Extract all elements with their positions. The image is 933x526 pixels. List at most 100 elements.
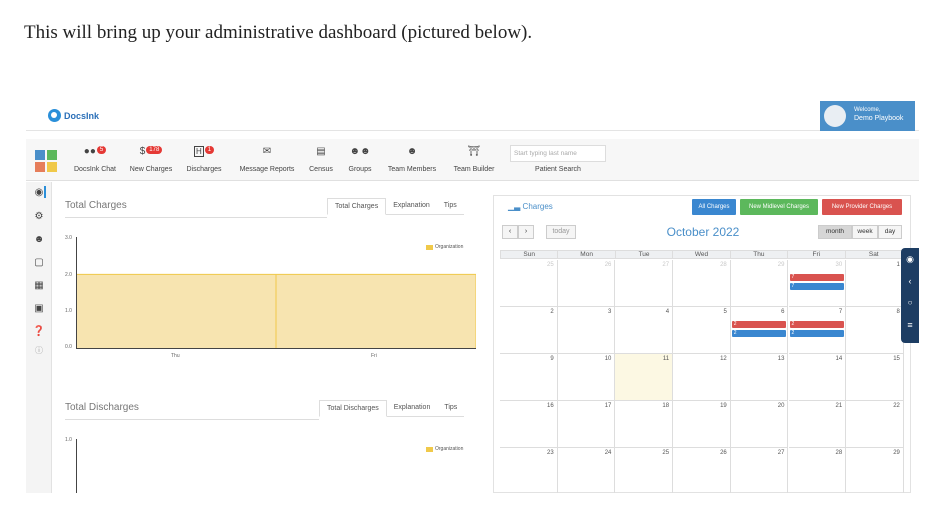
calendar-event[interactable]: 7: [789, 283, 844, 290]
day-of-week-label: Wed: [673, 251, 731, 258]
x-tick-label: Thu: [171, 353, 180, 359]
calendar-day-cell[interactable]: 17: [557, 401, 616, 448]
calendar-day-cell[interactable]: 7 2 2: [788, 307, 847, 354]
settings-icon[interactable]: ⚙: [32, 210, 46, 224]
calendar-day-cell[interactable]: 18: [615, 401, 674, 448]
calendar-day-cell[interactable]: 21: [788, 401, 847, 448]
menu-icon[interactable]: ≡: [901, 320, 919, 330]
calendar-event[interactable]: 2: [789, 321, 844, 328]
calendar-day-cell[interactable]: 23: [500, 448, 558, 493]
tab-explanation[interactable]: Explanation: [386, 198, 437, 215]
calendar-event[interactable]: 7: [789, 274, 844, 281]
tab-total-charges[interactable]: Total Charges: [327, 198, 387, 215]
user-menu[interactable]: Welcome, Demo Playbook: [820, 101, 915, 131]
tab-total-discharges[interactable]: Total Discharges: [319, 400, 387, 417]
calendar-day-cell[interactable]: 28: [789, 448, 847, 493]
dollar-icon: $: [139, 146, 146, 157]
toolbar-census[interactable]: ▤ Census: [306, 146, 336, 178]
calendar-day-cell[interactable]: 27: [615, 260, 674, 307]
calendar-day-cell[interactable]: 22: [846, 401, 904, 448]
calendar-day-cell[interactable]: 19: [673, 401, 731, 448]
all-charges-button[interactable]: All Charges: [692, 199, 736, 215]
calendar-day-cell[interactable]: 11: [615, 354, 674, 401]
calendar-day-cell[interactable]: 26: [673, 448, 731, 493]
calendar-day-number: 29: [777, 262, 785, 268]
docsink-widget-icon[interactable]: ◉: [901, 254, 919, 265]
toolbar-discharges[interactable]: H1 Discharges: [182, 146, 226, 178]
view-month-button[interactable]: month: [818, 225, 852, 239]
bar-chart-icon: ▁▃: [508, 202, 521, 211]
tab-tips[interactable]: Tips: [436, 198, 464, 215]
calendar-day-cell[interactable]: 8: [846, 307, 904, 354]
calendar-event[interactable]: 2: [731, 321, 786, 328]
toolbar-docsink-chat[interactable]: ●● 5 DocsInk Chat: [70, 146, 120, 178]
support-widget[interactable]: ◉ ‹ ○ ≡: [901, 248, 919, 343]
calendar-day-cell[interactable]: 12: [673, 354, 731, 401]
total-discharges-chart: [76, 439, 476, 493]
chat-bubble-icon[interactable]: ○: [901, 298, 919, 307]
calendar-day-cell[interactable]: 13: [730, 354, 789, 401]
calendar-day-cell[interactable]: 28: [673, 260, 731, 307]
collapse-icon[interactable]: ⓘ: [32, 344, 46, 358]
calendar-day-cell[interactable]: 29: [730, 260, 789, 307]
view-week-button[interactable]: week: [852, 225, 878, 239]
calendar-event[interactable]: 2: [731, 330, 786, 337]
calendar-day-cell[interactable]: 16: [500, 401, 558, 448]
calendar-day-cell[interactable]: 6 2 2: [730, 307, 789, 354]
calendar-day-number: 9: [550, 356, 554, 362]
calendar-day-cell[interactable]: 27: [731, 448, 789, 493]
days-of-week-header: Sun Mon Tue Wed Thu Fri Sat: [500, 250, 904, 259]
docsink-logo[interactable]: DocsInk: [48, 109, 99, 122]
users-icon[interactable]: ☻: [32, 233, 46, 247]
calendar-icon[interactable]: ▣: [32, 302, 46, 316]
tab-tips[interactable]: Tips: [437, 400, 465, 417]
calendar-day-cell[interactable]: 30 7 7: [788, 260, 847, 307]
calendar-day-cell[interactable]: 3: [557, 307, 616, 354]
charges-badge: 178: [146, 146, 163, 154]
calendar-day-cell[interactable]: 5: [673, 307, 731, 354]
toolbar-label: Discharges: [186, 166, 222, 173]
view-day-button[interactable]: day: [878, 225, 902, 239]
calendar-day-cell[interactable]: 25: [500, 260, 558, 307]
help-icon[interactable]: ❓: [32, 325, 46, 339]
calendar-day-cell[interactable]: 15: [846, 354, 904, 401]
total-charges-title: Total Charges: [65, 200, 127, 211]
calendar-day-cell[interactable]: 2: [500, 307, 558, 354]
toolbar-label: Message Reports: [239, 166, 295, 173]
toolbar-team-members[interactable]: ☻ Team Members: [382, 146, 442, 178]
chevron-left-icon[interactable]: ‹: [901, 276, 919, 286]
calendar-day-cell[interactable]: 9: [500, 354, 558, 401]
new-provider-charges-button[interactable]: New Provider Charges: [822, 199, 902, 215]
toolbar-new-charges[interactable]: $178 New Charges: [126, 146, 176, 178]
toolbar-label: Groups: [348, 166, 372, 173]
calendar-day-cell[interactable]: 10: [557, 354, 616, 401]
toolbar-team-builder[interactable]: ⛩ Team Builder: [448, 146, 500, 178]
apps-grid-icon[interactable]: [35, 150, 57, 172]
calendar-day-cell[interactable]: 29: [846, 448, 904, 493]
calendar-day-number: 26: [720, 450, 727, 456]
calendar-event[interactable]: 2: [789, 330, 844, 337]
new-midlevel-charges-button[interactable]: New Midlevel Charges: [740, 199, 818, 215]
table-icon[interactable]: ▦: [32, 279, 46, 293]
calendar-day-cell[interactable]: 25: [615, 448, 674, 493]
calendar-day-cell[interactable]: 4: [615, 307, 674, 354]
calendar-day-cell[interactable]: 20: [730, 401, 789, 448]
calendar-day-number: 2: [550, 309, 554, 315]
calendar-day-cell[interactable]: 24: [558, 448, 616, 493]
chart-legend: Organization: [426, 244, 463, 250]
user-name: Demo Playbook: [854, 115, 904, 122]
toolbar-groups[interactable]: ☻☻ Groups: [344, 146, 376, 178]
calendar-day-cell[interactable]: 14: [788, 354, 847, 401]
dashboard-icon[interactable]: ◉: [32, 186, 46, 200]
patient-search-input[interactable]: Start typing last name: [510, 145, 606, 162]
toolbar-label: DocsInk Chat: [73, 166, 117, 173]
calendar-day-number: 27: [777, 450, 785, 456]
chat-badge: 5: [96, 146, 107, 154]
total-charges-chart: [76, 237, 476, 349]
calendar-day-cell[interactable]: 26: [557, 260, 616, 307]
toolbar-message-reports[interactable]: ✉ Message Reports: [234, 146, 300, 178]
tab-explanation[interactable]: Explanation: [386, 400, 438, 417]
share-icon[interactable]: ▢: [32, 256, 46, 270]
calendar-day-number: 19: [720, 403, 727, 409]
calendar-day-cell[interactable]: 1: [846, 260, 904, 307]
